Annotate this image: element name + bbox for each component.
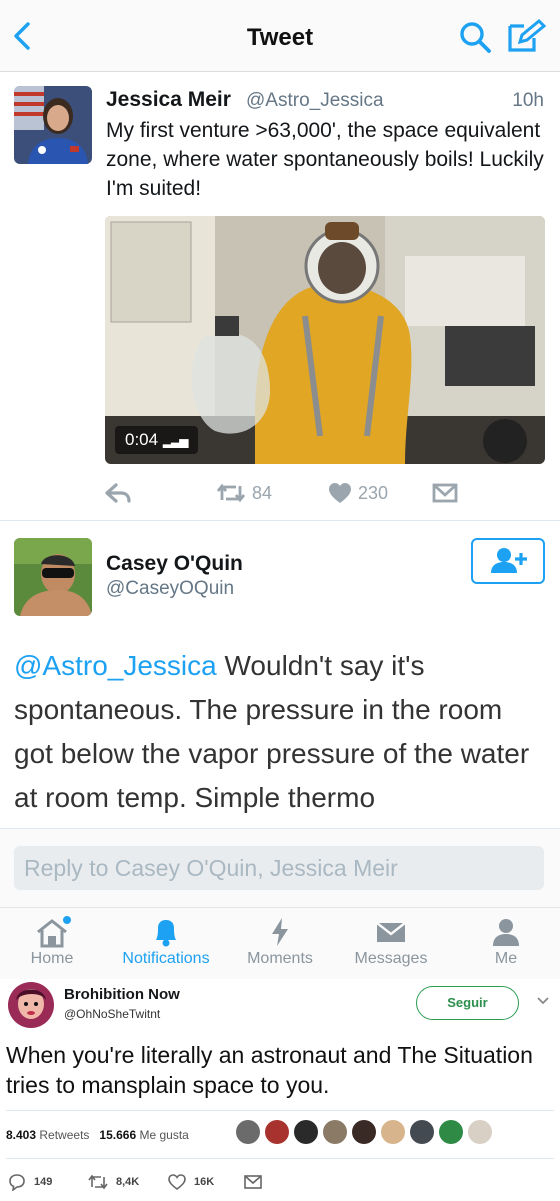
author-name[interactable]: Brohibition Now <box>64 986 180 1003</box>
envelope-icon <box>432 483 458 503</box>
comment-icon <box>9 1174 25 1191</box>
lightning-icon <box>272 918 288 946</box>
video-duration: 0:04 <box>125 430 159 449</box>
liker-avatar[interactable] <box>294 1120 318 1144</box>
timestamp: 10h <box>512 90 544 111</box>
tab-home[interactable]: Home <box>16 908 88 980</box>
engagement-stats: 8.403 Retweets 15.666 Me gusta <box>6 1128 189 1142</box>
like-count: 16K <box>194 1176 215 1188</box>
like-button[interactable]: 16K <box>168 1172 214 1192</box>
divider <box>6 1110 554 1111</box>
retweets-label[interactable]: Retweets <box>39 1128 89 1142</box>
divider <box>0 520 560 521</box>
search-icon[interactable] <box>458 20 492 54</box>
follow-button[interactable] <box>471 538 545 584</box>
avatar[interactable] <box>14 538 92 616</box>
liker-avatars <box>236 1120 497 1144</box>
retweet-button[interactable]: 8,4K <box>88 1172 139 1192</box>
author-handle[interactable]: @CaseyOQuin <box>106 578 234 600</box>
liker-avatar[interactable] <box>468 1120 492 1144</box>
likes-count: 15.666 <box>99 1128 137 1142</box>
liker-avatar[interactable] <box>323 1120 347 1144</box>
envelope-icon <box>244 1175 262 1189</box>
like-count: 230 <box>358 482 389 503</box>
liker-avatar[interactable] <box>410 1120 434 1144</box>
like-button[interactable]: 230 <box>328 480 388 506</box>
reply-text: @Astro_Jessica Wouldn't say it's spontan… <box>14 644 544 820</box>
tweet-text: My first venture >63,000', the space equ… <box>106 119 544 200</box>
liker-avatar[interactable] <box>265 1120 289 1144</box>
heart-icon <box>168 1174 186 1190</box>
follow-button[interactable]: Seguir <box>416 986 519 1020</box>
tab-moments[interactable]: Moments <box>238 908 322 980</box>
divider <box>6 1158 554 1159</box>
tab-label: Notifications <box>122 950 210 967</box>
author-name[interactable]: Jessica Meir <box>106 88 231 112</box>
home-icon <box>37 916 71 948</box>
tab-bar: Home Notifications Moments Messages Me <box>0 907 560 979</box>
liker-avatar[interactable] <box>381 1120 405 1144</box>
reply-button[interactable]: 149 <box>8 1172 52 1192</box>
signal-icon: ▂▃▅ <box>162 434 189 448</box>
video-player[interactable]: 0:04 ▂▃▅ <box>105 216 545 464</box>
reply-icon <box>105 483 131 503</box>
add-user-icon <box>491 548 527 573</box>
message-button[interactable] <box>244 1172 270 1192</box>
reply-button[interactable] <box>104 480 138 506</box>
person-icon <box>493 919 519 946</box>
author-handle[interactable]: @Astro_Jessica <box>246 90 384 112</box>
avatar[interactable] <box>14 86 92 164</box>
reply-input[interactable]: Reply to Casey O'Quin, Jessica Meir <box>14 846 544 890</box>
tab-label: Home <box>30 950 74 967</box>
message-button[interactable] <box>432 480 464 506</box>
liker-avatar[interactable] <box>352 1120 376 1144</box>
retweet-count: 84 <box>252 482 273 503</box>
tab-label: Messages <box>354 950 428 967</box>
tab-label: Me <box>494 950 518 967</box>
tweet-text: When you're literally an astronaut and T… <box>6 1042 533 1098</box>
tab-label: Moments <box>247 950 313 967</box>
retweet-icon <box>216 483 246 503</box>
compose-icon[interactable] <box>506 18 546 54</box>
liker-avatar[interactable] <box>439 1120 463 1144</box>
avatar[interactable] <box>8 982 54 1028</box>
tab-notifications[interactable]: Notifications <box>114 908 218 980</box>
retweet-icon <box>88 1174 108 1190</box>
retweet-button[interactable]: 84 <box>216 480 272 506</box>
likes-label[interactable]: Me gusta <box>139 1128 188 1142</box>
reply-count: 149 <box>34 1176 53 1188</box>
mention-link[interactable]: @Astro_Jessica <box>14 650 217 681</box>
tab-me[interactable]: Me <box>474 908 538 980</box>
video-duration-badge: 0:04 ▂▃▅ <box>115 426 198 454</box>
envelope-icon <box>376 922 406 942</box>
retweets-count: 8.403 <box>6 1128 37 1142</box>
bell-icon <box>156 920 176 947</box>
tab-messages[interactable]: Messages <box>344 908 438 980</box>
author-handle[interactable]: @OhNoSheTwitnt <box>64 1007 160 1021</box>
chevron-down-icon[interactable] <box>536 996 550 1006</box>
liker-avatar[interactable] <box>236 1120 260 1144</box>
navigation-bar: Tweet <box>0 0 560 72</box>
retweet-count: 8,4K <box>116 1176 140 1188</box>
heart-icon <box>329 483 351 503</box>
author-name[interactable]: Casey O'Quin <box>106 552 243 576</box>
